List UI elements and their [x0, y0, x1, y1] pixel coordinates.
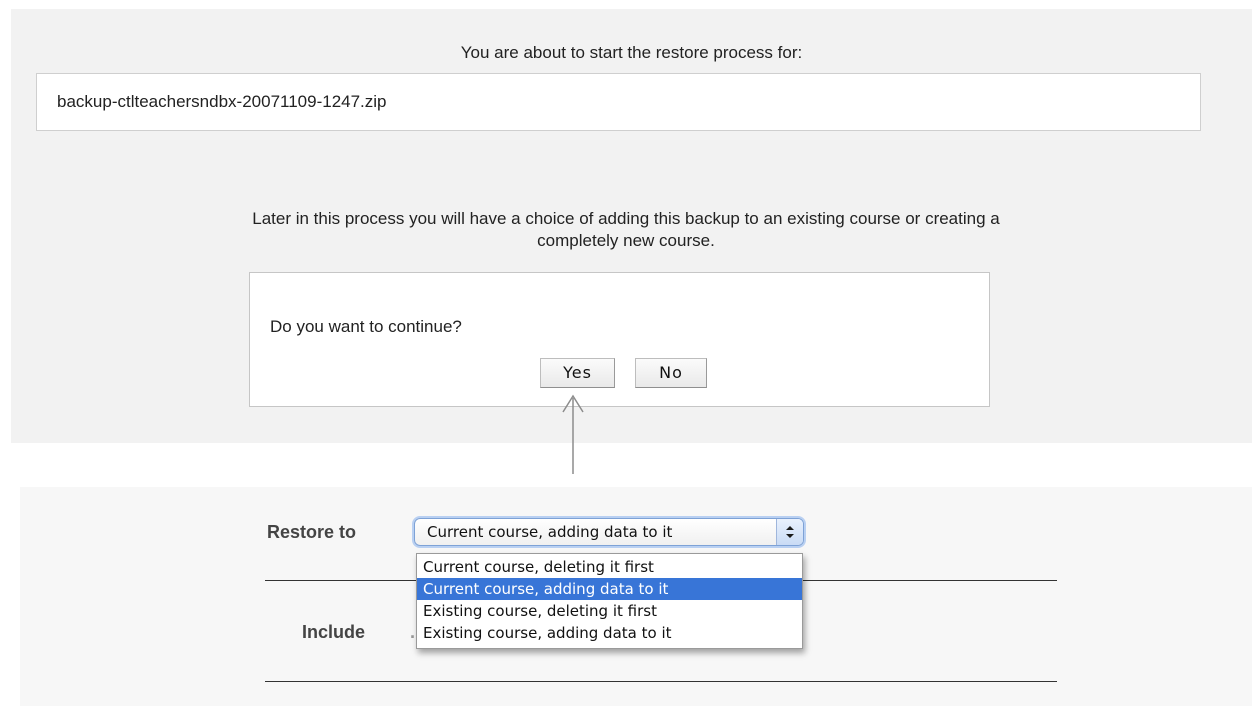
restore-to-label: Restore to [267, 522, 357, 542]
restore-to-select[interactable]: Current course, adding data to it [414, 518, 804, 546]
backup-filename: backup-ctlteachersndbx-20071109-1247.zip [57, 92, 387, 111]
restore-to-selected-value: Current course, adding data to it [427, 523, 673, 541]
restore-intro-text: You are about to start the restore proce… [460, 43, 803, 62]
no-button[interactable]: No [635, 358, 707, 388]
option-existing-course-adding[interactable]: Existing course, adding data to it [417, 622, 802, 644]
section-divider [265, 681, 1057, 682]
updown-chevrons-icon [776, 519, 803, 545]
arrow-up-icon [562, 394, 584, 474]
restore-options-panel: Restore to Current course, adding data t… [20, 487, 1252, 706]
later-choice-line-1: Later in this process you will have a ch… [252, 209, 1000, 228]
restore-to-options-menu: Current course, deleting it first Curren… [416, 553, 803, 649]
later-choice-line-2: completely new course. [537, 231, 715, 250]
include-control-partial: . [410, 622, 416, 642]
continue-confirm-box: Do you want to continue? Yes No [249, 272, 990, 407]
backup-filename-box: backup-ctlteachersndbx-20071109-1247.zip [36, 73, 1201, 131]
option-current-course-deleting[interactable]: Current course, deleting it first [417, 556, 802, 578]
option-existing-course-deleting[interactable]: Existing course, deleting it first [417, 600, 802, 622]
yes-button[interactable]: Yes [540, 358, 615, 388]
include-label: Include [302, 622, 366, 642]
continue-question: Do you want to continue? [270, 317, 462, 336]
later-choice-text: Later in this process you will have a ch… [71, 208, 1181, 252]
option-current-course-adding[interactable]: Current course, adding data to it [417, 578, 802, 600]
restore-notice-panel: You are about to start the restore proce… [11, 9, 1252, 443]
